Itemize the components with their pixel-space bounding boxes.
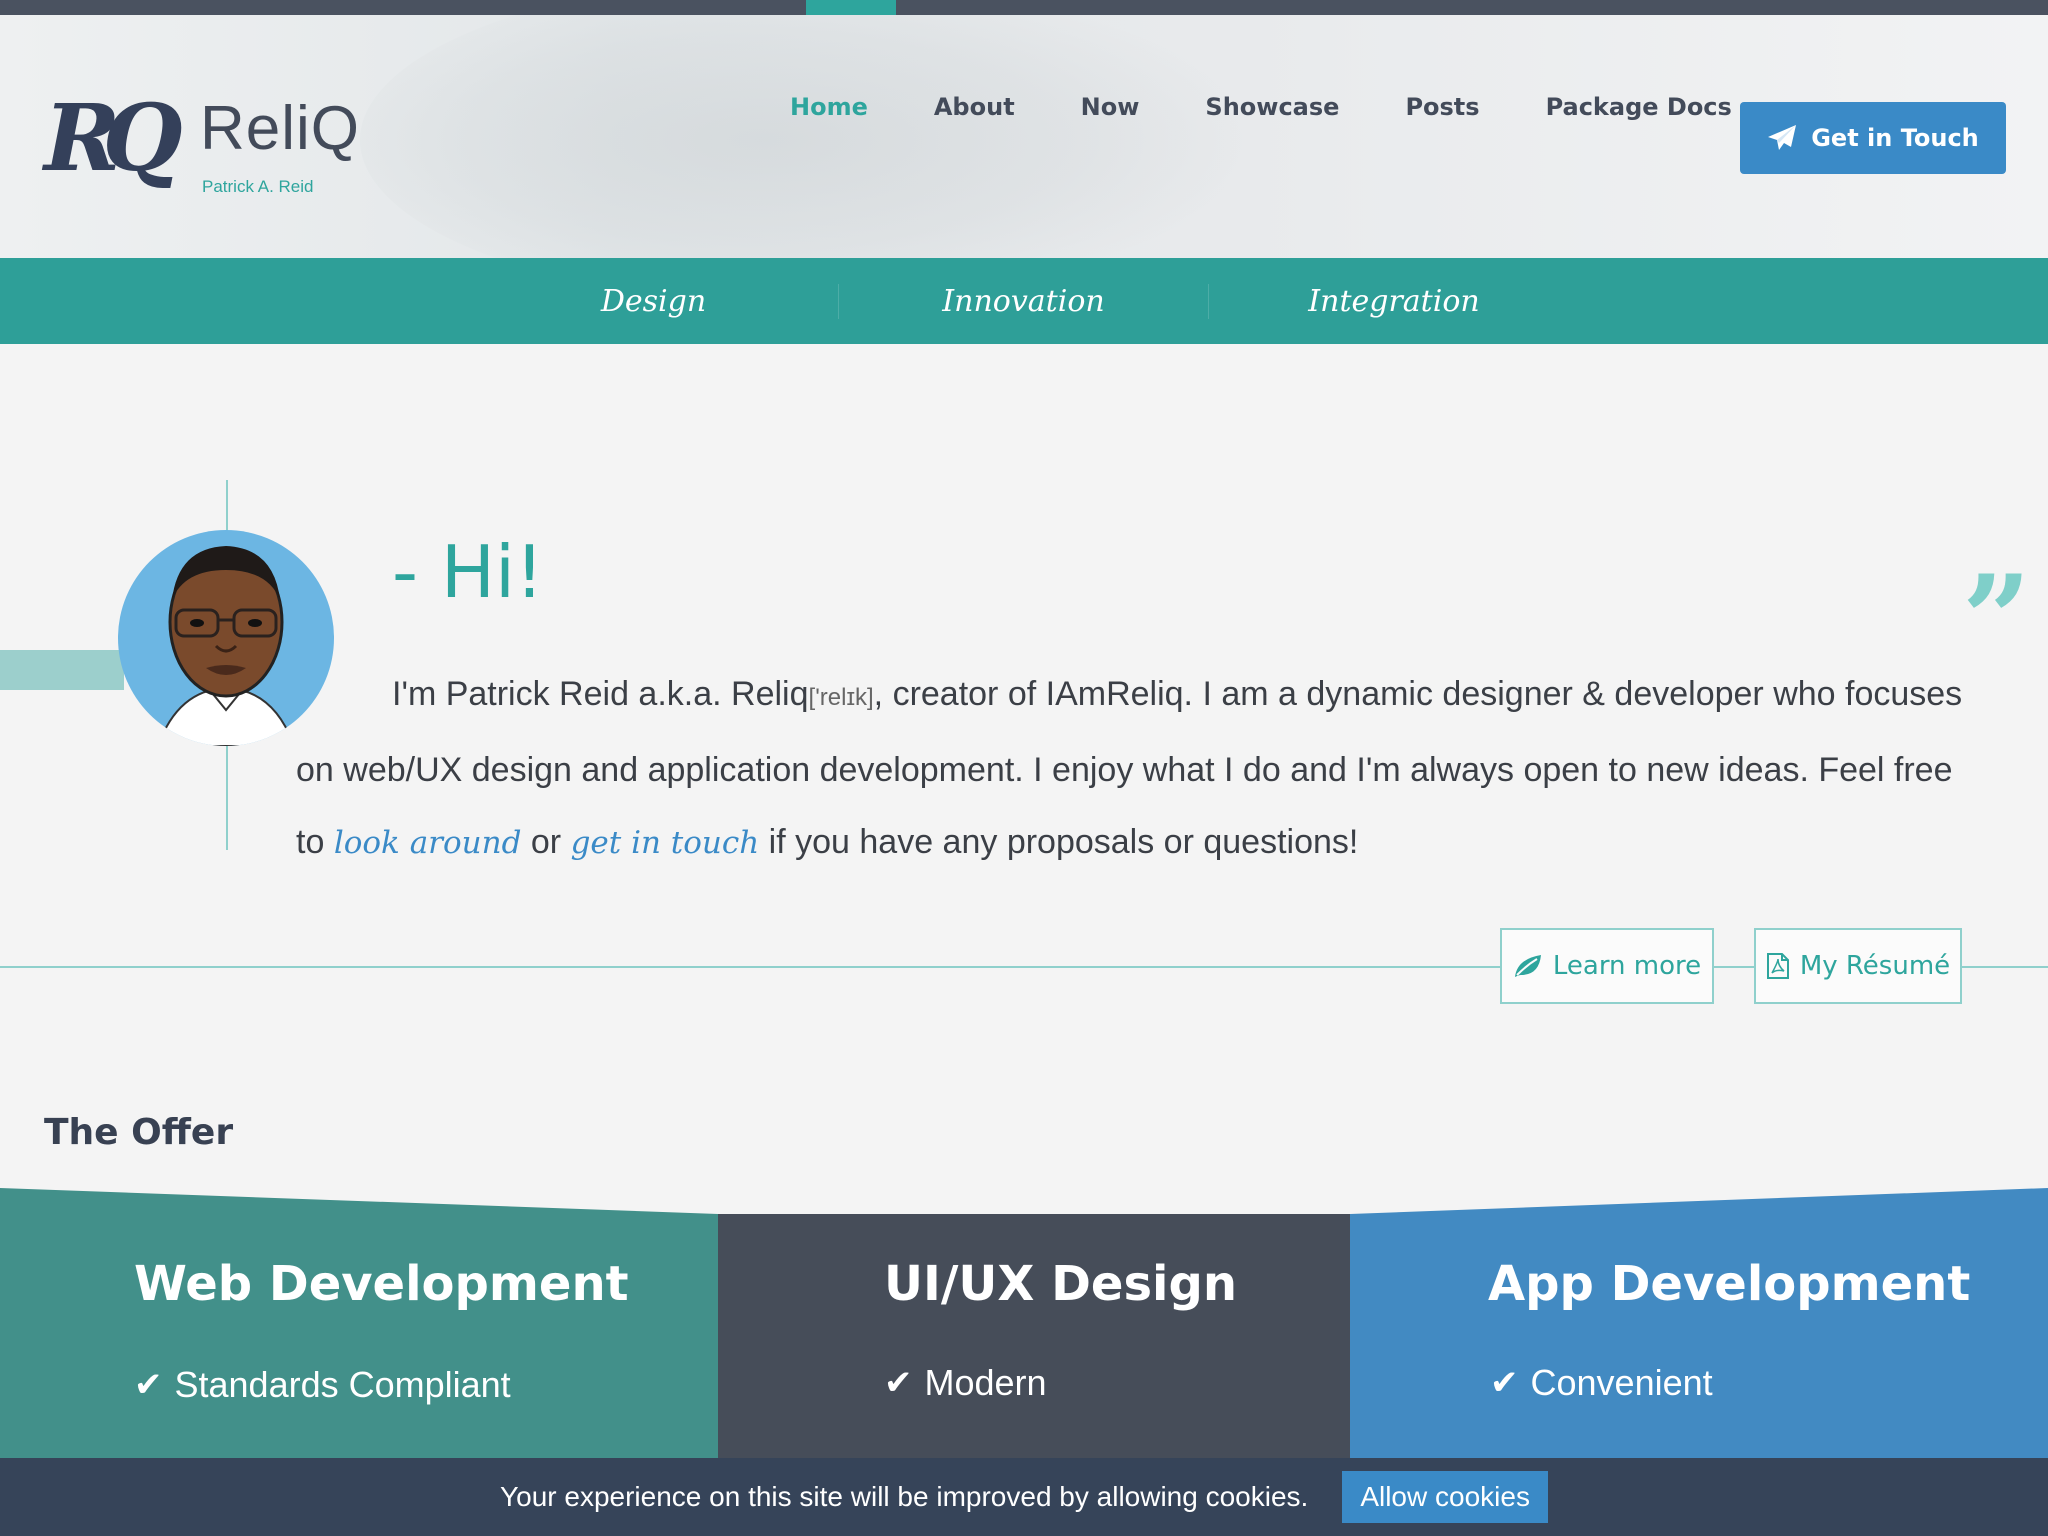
panel-title-web: Web Development bbox=[134, 1256, 629, 1312]
check-icon: ✔ bbox=[884, 1364, 913, 1402]
top-bar bbox=[0, 0, 2048, 15]
tagline-innovation: Innovation bbox=[839, 283, 1209, 319]
panel-title-uiux: UI/UX Design bbox=[884, 1256, 1238, 1312]
feature-label-web: Standards Compliant bbox=[174, 1364, 511, 1405]
intro-accent-stripe bbox=[0, 650, 124, 690]
feature-label-app: Convenient bbox=[1530, 1362, 1713, 1403]
intro-paragraph: I'm Patrick Reid a.k.a. Reliq['relɪk], c… bbox=[296, 658, 1986, 879]
tagline-integration: Integration bbox=[1308, 283, 1480, 319]
greeting-heading: - Hi! bbox=[392, 530, 544, 614]
offer-panel-app: App Development ✔ Convenient bbox=[1350, 1214, 2048, 1458]
learn-more-label: Learn more bbox=[1552, 951, 1702, 981]
get-in-touch-link[interactable]: get in touch bbox=[571, 825, 760, 861]
feature-label-uiux: Modern bbox=[924, 1362, 1047, 1403]
get-in-touch-button[interactable]: Get in Touch bbox=[1740, 102, 2006, 174]
offer-panel-web: Web Development ✔ Standards Compliant bbox=[0, 1214, 718, 1458]
offer-panel-uiux: UI/UX Design ✔ Modern bbox=[718, 1214, 1350, 1458]
logo-name: ReliQ bbox=[200, 94, 361, 163]
nav-package-docs[interactable]: Package Docs bbox=[1546, 93, 1732, 121]
logo-mark: RQ bbox=[44, 84, 183, 192]
resume-label: My Résumé bbox=[1799, 951, 1951, 981]
site-logo[interactable]: RQ ReliQ Patrick A. Reid bbox=[44, 83, 384, 203]
cookie-banner: Your experience on this site will be imp… bbox=[0, 1458, 2048, 1536]
look-around-link[interactable]: look around bbox=[334, 825, 522, 861]
panel-title-app: App Development bbox=[1488, 1256, 1971, 1312]
header-background-portrait bbox=[360, 15, 1260, 258]
bio-start: I'm Patrick Reid a.k.a. Reliq bbox=[392, 675, 809, 713]
pdf-file-icon bbox=[1766, 953, 1789, 979]
learn-more-button[interactable]: Learn more bbox=[1500, 928, 1714, 1004]
panel-feature-web: ✔ Standards Compliant bbox=[134, 1364, 511, 1406]
nav-now[interactable]: Now bbox=[1081, 93, 1140, 121]
check-icon: ✔ bbox=[134, 1366, 163, 1404]
nav-about[interactable]: About bbox=[934, 93, 1015, 121]
bio-or: or bbox=[521, 823, 571, 861]
panel-feature-uiux: ✔ Modern bbox=[884, 1362, 1047, 1404]
leaf-icon bbox=[1514, 955, 1541, 977]
panel-feature-app: ✔ Convenient bbox=[1490, 1362, 1713, 1404]
tagline-band: Design Innovation Integration bbox=[0, 258, 2048, 344]
phonetic-spelling: ['relɪk] bbox=[808, 684, 874, 711]
nav-posts[interactable]: Posts bbox=[1405, 93, 1479, 121]
get-in-touch-label: Get in Touch bbox=[1811, 124, 1979, 152]
cookie-message: Your experience on this site will be imp… bbox=[500, 1481, 1309, 1512]
tagline-design: Design bbox=[469, 283, 839, 319]
bio-end: if you have any proposals or questions! bbox=[759, 823, 1359, 861]
check-icon: ✔ bbox=[1490, 1364, 1519, 1402]
site-header: RQ ReliQ Patrick A. Reid Home About Now … bbox=[0, 15, 2048, 258]
logo-subtitle: Patrick A. Reid bbox=[202, 177, 314, 196]
resume-button[interactable]: My Résumé bbox=[1754, 928, 1962, 1004]
paper-plane-icon bbox=[1768, 125, 1797, 150]
offer-section-title: The Offer bbox=[44, 1112, 234, 1153]
allow-cookies-button[interactable]: Allow cookies bbox=[1342, 1471, 1548, 1523]
nav-home[interactable]: Home bbox=[790, 93, 868, 121]
intro-horizontal-rule bbox=[0, 966, 2048, 968]
main-nav: Home About Now Showcase Posts Package Do… bbox=[790, 93, 1798, 121]
nav-showcase[interactable]: Showcase bbox=[1205, 93, 1339, 121]
